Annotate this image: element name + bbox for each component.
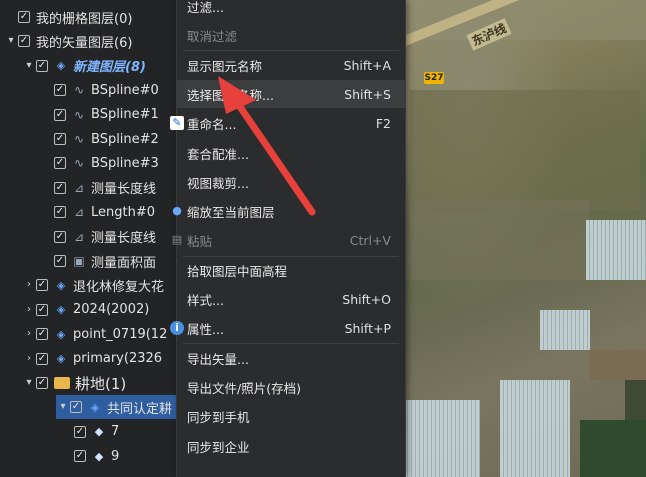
arrow-shaft (230, 94, 316, 216)
arrow-head (218, 76, 256, 114)
annotation-arrow (218, 76, 316, 216)
